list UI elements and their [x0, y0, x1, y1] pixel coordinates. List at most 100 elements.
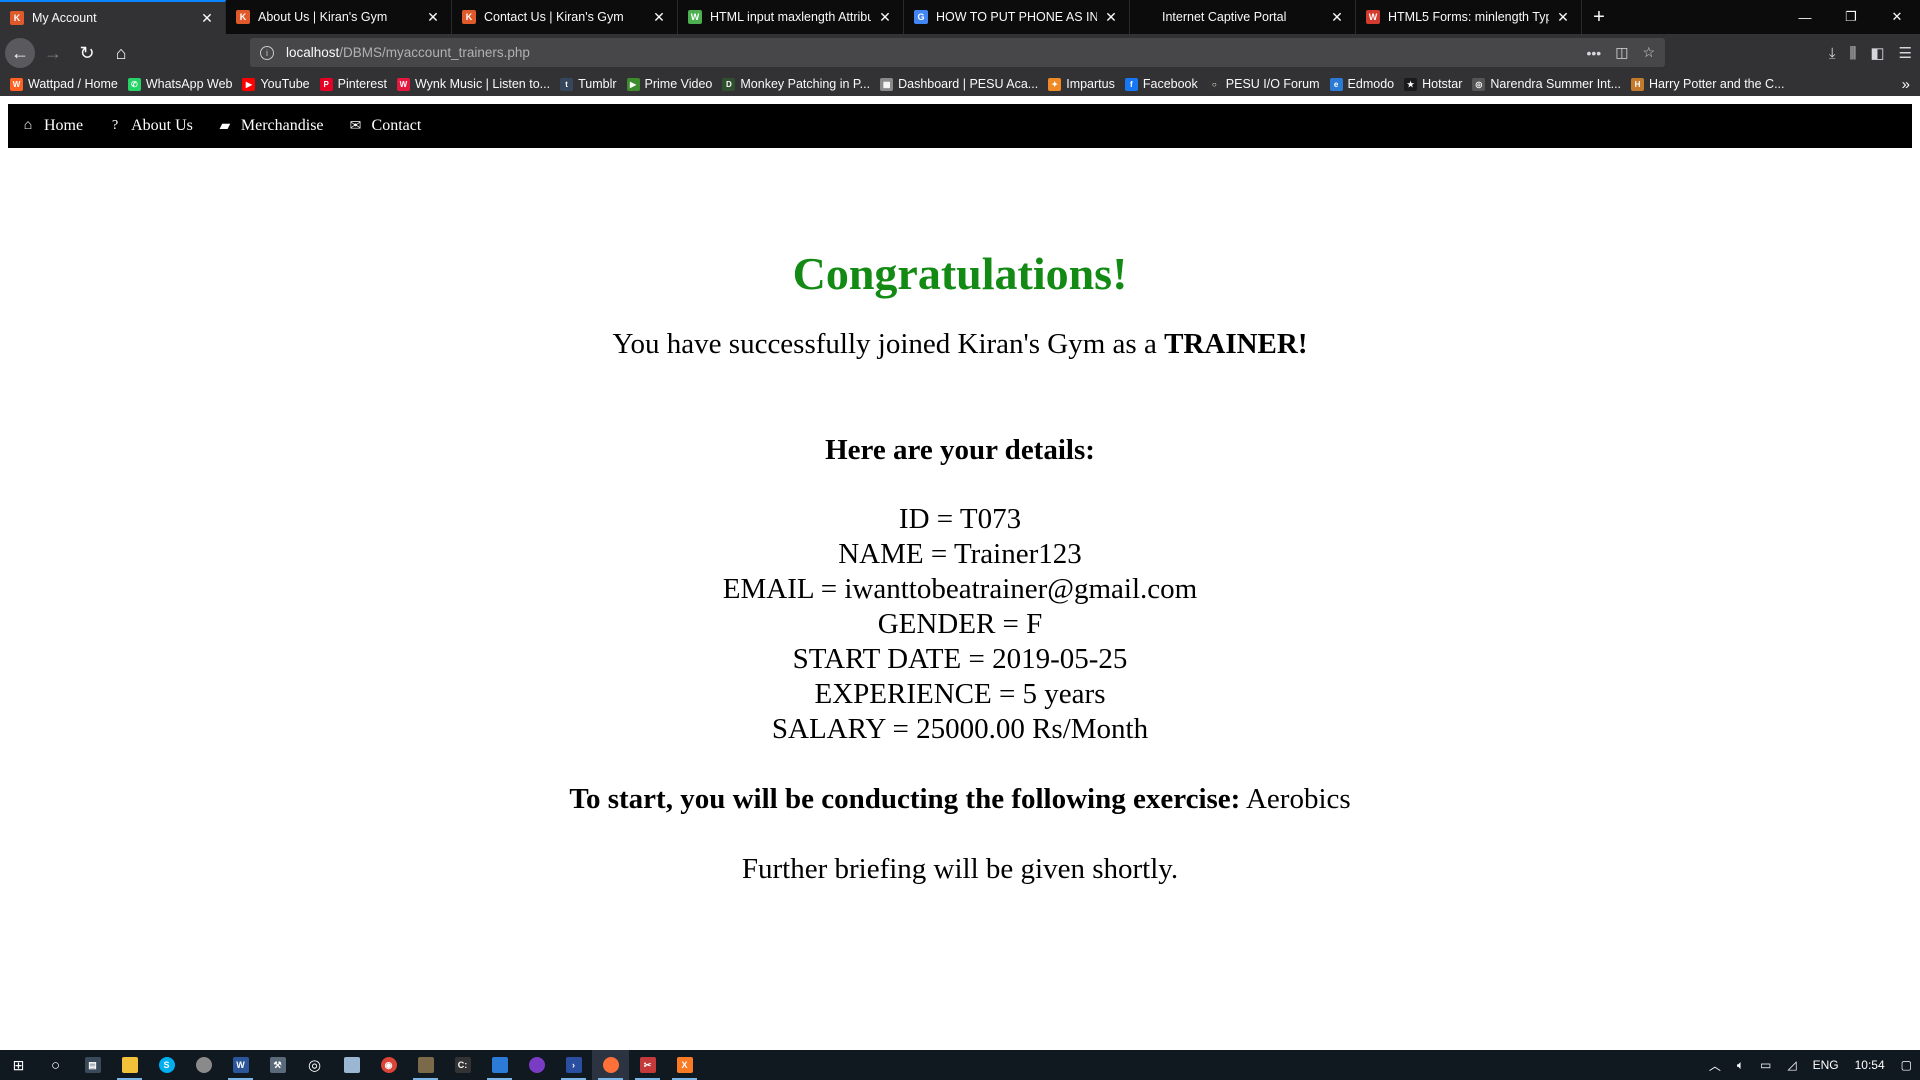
close-tab-icon[interactable]: ✕ — [1329, 9, 1345, 26]
bookmark-item[interactable]: e Edmodo — [1329, 77, 1394, 91]
toolbar-right: ⤓ ⫼ ◧ ☰ — [1829, 34, 1912, 72]
tab-title: HOW TO PUT PHONE AS INPU — [936, 10, 1097, 24]
browser-tab[interactable]: K About Us | Kiran's Gym ✕ — [226, 0, 452, 34]
bookmark-item[interactable]: ★ Hotstar — [1404, 77, 1462, 91]
taskbar-terminal[interactable]: C: — [444, 1050, 481, 1080]
url-path: /DBMS/myaccount_trainers.php — [339, 45, 530, 60]
reload-button[interactable]: ↻ — [71, 37, 103, 69]
bookmark-item[interactable]: f Facebook — [1124, 77, 1198, 91]
bookmark-item[interactable]: W Wattpad / Home — [10, 77, 118, 91]
taskbar-settings[interactable]: ⚒ — [259, 1050, 296, 1080]
new-tab-button[interactable]: + — [1582, 0, 1616, 34]
start-button[interactable]: ⊞ — [0, 1050, 37, 1080]
taskbar-snipping-tool[interactable]: ✂ — [629, 1050, 666, 1080]
clock[interactable]: 10:54 — [1855, 1058, 1885, 1072]
taskbar-app-gray[interactable] — [185, 1050, 222, 1080]
close-tab-icon[interactable]: ✕ — [877, 9, 893, 26]
language-indicator[interactable]: ENG — [1813, 1058, 1839, 1072]
tab-title: About Us | Kiran's Gym — [258, 10, 388, 24]
browser-tab[interactable]: Internet Captive Portal ✕ — [1130, 0, 1356, 34]
taskbar-app-circle[interactable]: ◎ — [296, 1050, 333, 1080]
taskbar-network[interactable] — [481, 1050, 518, 1080]
bookmark-label: Wynk Music | Listen to... — [414, 77, 551, 91]
close-tab-icon[interactable]: ✕ — [425, 9, 441, 26]
bookmark-item[interactable]: H Harry Potter and the C... — [1631, 77, 1785, 91]
bookmark-label: Harry Potter and the C... — [1649, 77, 1785, 91]
app-icon — [195, 1057, 212, 1073]
browser-tab[interactable]: W HTML input maxlength Attribu ✕ — [678, 0, 904, 34]
bookmark-label: Hotstar — [1422, 77, 1463, 91]
bookmark-item[interactable]: ▶ Prime Video — [626, 77, 712, 91]
close-window-button[interactable]: ✕ — [1874, 0, 1920, 34]
browser-tab[interactable]: G HOW TO PUT PHONE AS INPU ✕ — [904, 0, 1130, 34]
account-content: Congratulations! You have successfully j… — [0, 246, 1920, 887]
menu-icon[interactable]: ☰ — [1899, 44, 1912, 62]
bookmarks-overflow-icon[interactable]: » — [1902, 72, 1910, 96]
taskbar-file-explorer[interactable] — [111, 1050, 148, 1080]
notifications-icon[interactable]: ▢ — [1901, 1058, 1912, 1072]
battery-icon[interactable]: ▭ — [1760, 1058, 1771, 1072]
joined-message: You have successfully joined Kiran's Gym… — [0, 326, 1920, 362]
bookmark-favicon-icon: ✆ — [127, 77, 141, 91]
restore-button[interactable]: ❐ — [1828, 0, 1874, 34]
details-heading: Here are your details: — [825, 434, 1095, 466]
bookmark-label: Wattpad / Home — [28, 77, 118, 91]
taskbar-powershell[interactable]: › — [555, 1050, 592, 1080]
wifi-icon[interactable]: ◿ — [1787, 1058, 1796, 1072]
envelope-icon: ✉ — [349, 118, 362, 134]
bookmarks-list: W Wattpad / Home ✆ WhatsApp Web ▶ YouTube P Pin… — [10, 77, 1795, 91]
bookmark-item[interactable]: P Pinterest — [319, 77, 387, 91]
back-button[interactable]: ← — [5, 38, 35, 68]
bookmark-item[interactable]: t Tumblr — [560, 77, 617, 91]
bookmark-item[interactable]: ✦ Impartus — [1048, 77, 1115, 91]
taskbar-xampp-control[interactable]: X — [666, 1050, 703, 1080]
bookmark-star-icon[interactable]: ☆ — [1642, 44, 1655, 61]
cortana-button[interactable]: ○ — [37, 1050, 74, 1080]
address-bar[interactable]: i localhost/DBMS/myaccount_trainers.php … — [250, 38, 1665, 67]
browser-tab[interactable]: W HTML5 Forms: minlength Type ✕ — [1356, 0, 1582, 34]
tray-chevron-icon[interactable]: ︿ — [1709, 1057, 1721, 1074]
browser-tab[interactable]: K Contact Us | Kiran's Gym ✕ — [452, 0, 678, 34]
browser-tab[interactable]: K My Account ✕ — [0, 0, 226, 34]
volume-icon[interactable]: 🔈︎ — [1737, 1058, 1744, 1073]
task-view-button[interactable]: ▤ — [74, 1050, 111, 1080]
nav-link-merchandise[interactable]: ▰ Merchandise — [217, 117, 324, 135]
bookmark-label: Pinterest — [337, 77, 387, 91]
library-icon[interactable]: ⫼ — [1849, 45, 1856, 62]
close-tab-icon[interactable]: ✕ — [651, 9, 667, 26]
home-button[interactable]: ⌂ — [105, 37, 137, 69]
detail-row: NAME = Trainer123 — [838, 538, 1082, 570]
bookmark-item[interactable]: ▦ Dashboard | PESU Aca... — [880, 77, 1038, 91]
minimize-button[interactable]: ― — [1782, 0, 1828, 34]
bookmark-item[interactable]: ○ PESU I/O Forum — [1207, 77, 1320, 91]
taskbar-word[interactable]: W — [222, 1050, 259, 1080]
nav-link-contact[interactable]: ✉ Contact — [348, 117, 422, 135]
sidebar-icon[interactable]: ◧ — [1870, 44, 1884, 62]
close-tab-icon[interactable]: ✕ — [1103, 9, 1119, 26]
nav-link-home[interactable]: ⌂ Home — [20, 117, 83, 135]
bookmark-item[interactable]: ✆ WhatsApp Web — [127, 77, 232, 91]
tab-title: HTML5 Forms: minlength Type — [1388, 10, 1549, 24]
bookmark-favicon-icon: ▦ — [880, 77, 894, 91]
taskbar-chrome[interactable]: ◉ — [370, 1050, 407, 1080]
close-tab-icon[interactable]: ✕ — [1555, 9, 1571, 26]
xampp-control-icon: X — [676, 1057, 693, 1073]
page-actions-icon[interactable]: ••• — [1586, 45, 1601, 61]
taskbar-firefox[interactable] — [592, 1050, 629, 1080]
taskbar-notepad[interactable] — [333, 1050, 370, 1080]
nav-link-about-us[interactable]: ? About Us — [107, 117, 193, 135]
circle-target-icon: ◎ — [307, 1057, 322, 1074]
bookmark-item[interactable]: ▶ YouTube — [242, 77, 310, 91]
site-info-icon[interactable]: i — [260, 45, 274, 60]
pocket-icon[interactable]: ◫ — [1615, 44, 1628, 61]
taskbar-app-purple[interactable] — [518, 1050, 555, 1080]
bookmark-item[interactable]: D Monkey Patching in P... — [722, 77, 870, 91]
bookmark-item[interactable]: W Wynk Music | Listen to... — [396, 77, 551, 91]
taskbar-xampp[interactable] — [407, 1050, 444, 1080]
downloads-icon[interactable]: ⤓ — [1829, 45, 1836, 62]
forward-button[interactable]: → — [37, 37, 69, 69]
network-icon — [491, 1057, 508, 1073]
close-tab-icon[interactable]: ✕ — [199, 10, 215, 27]
taskbar-skype[interactable]: S — [148, 1050, 185, 1080]
bookmark-item[interactable]: ◎ Narendra Summer Int... — [1472, 77, 1621, 91]
